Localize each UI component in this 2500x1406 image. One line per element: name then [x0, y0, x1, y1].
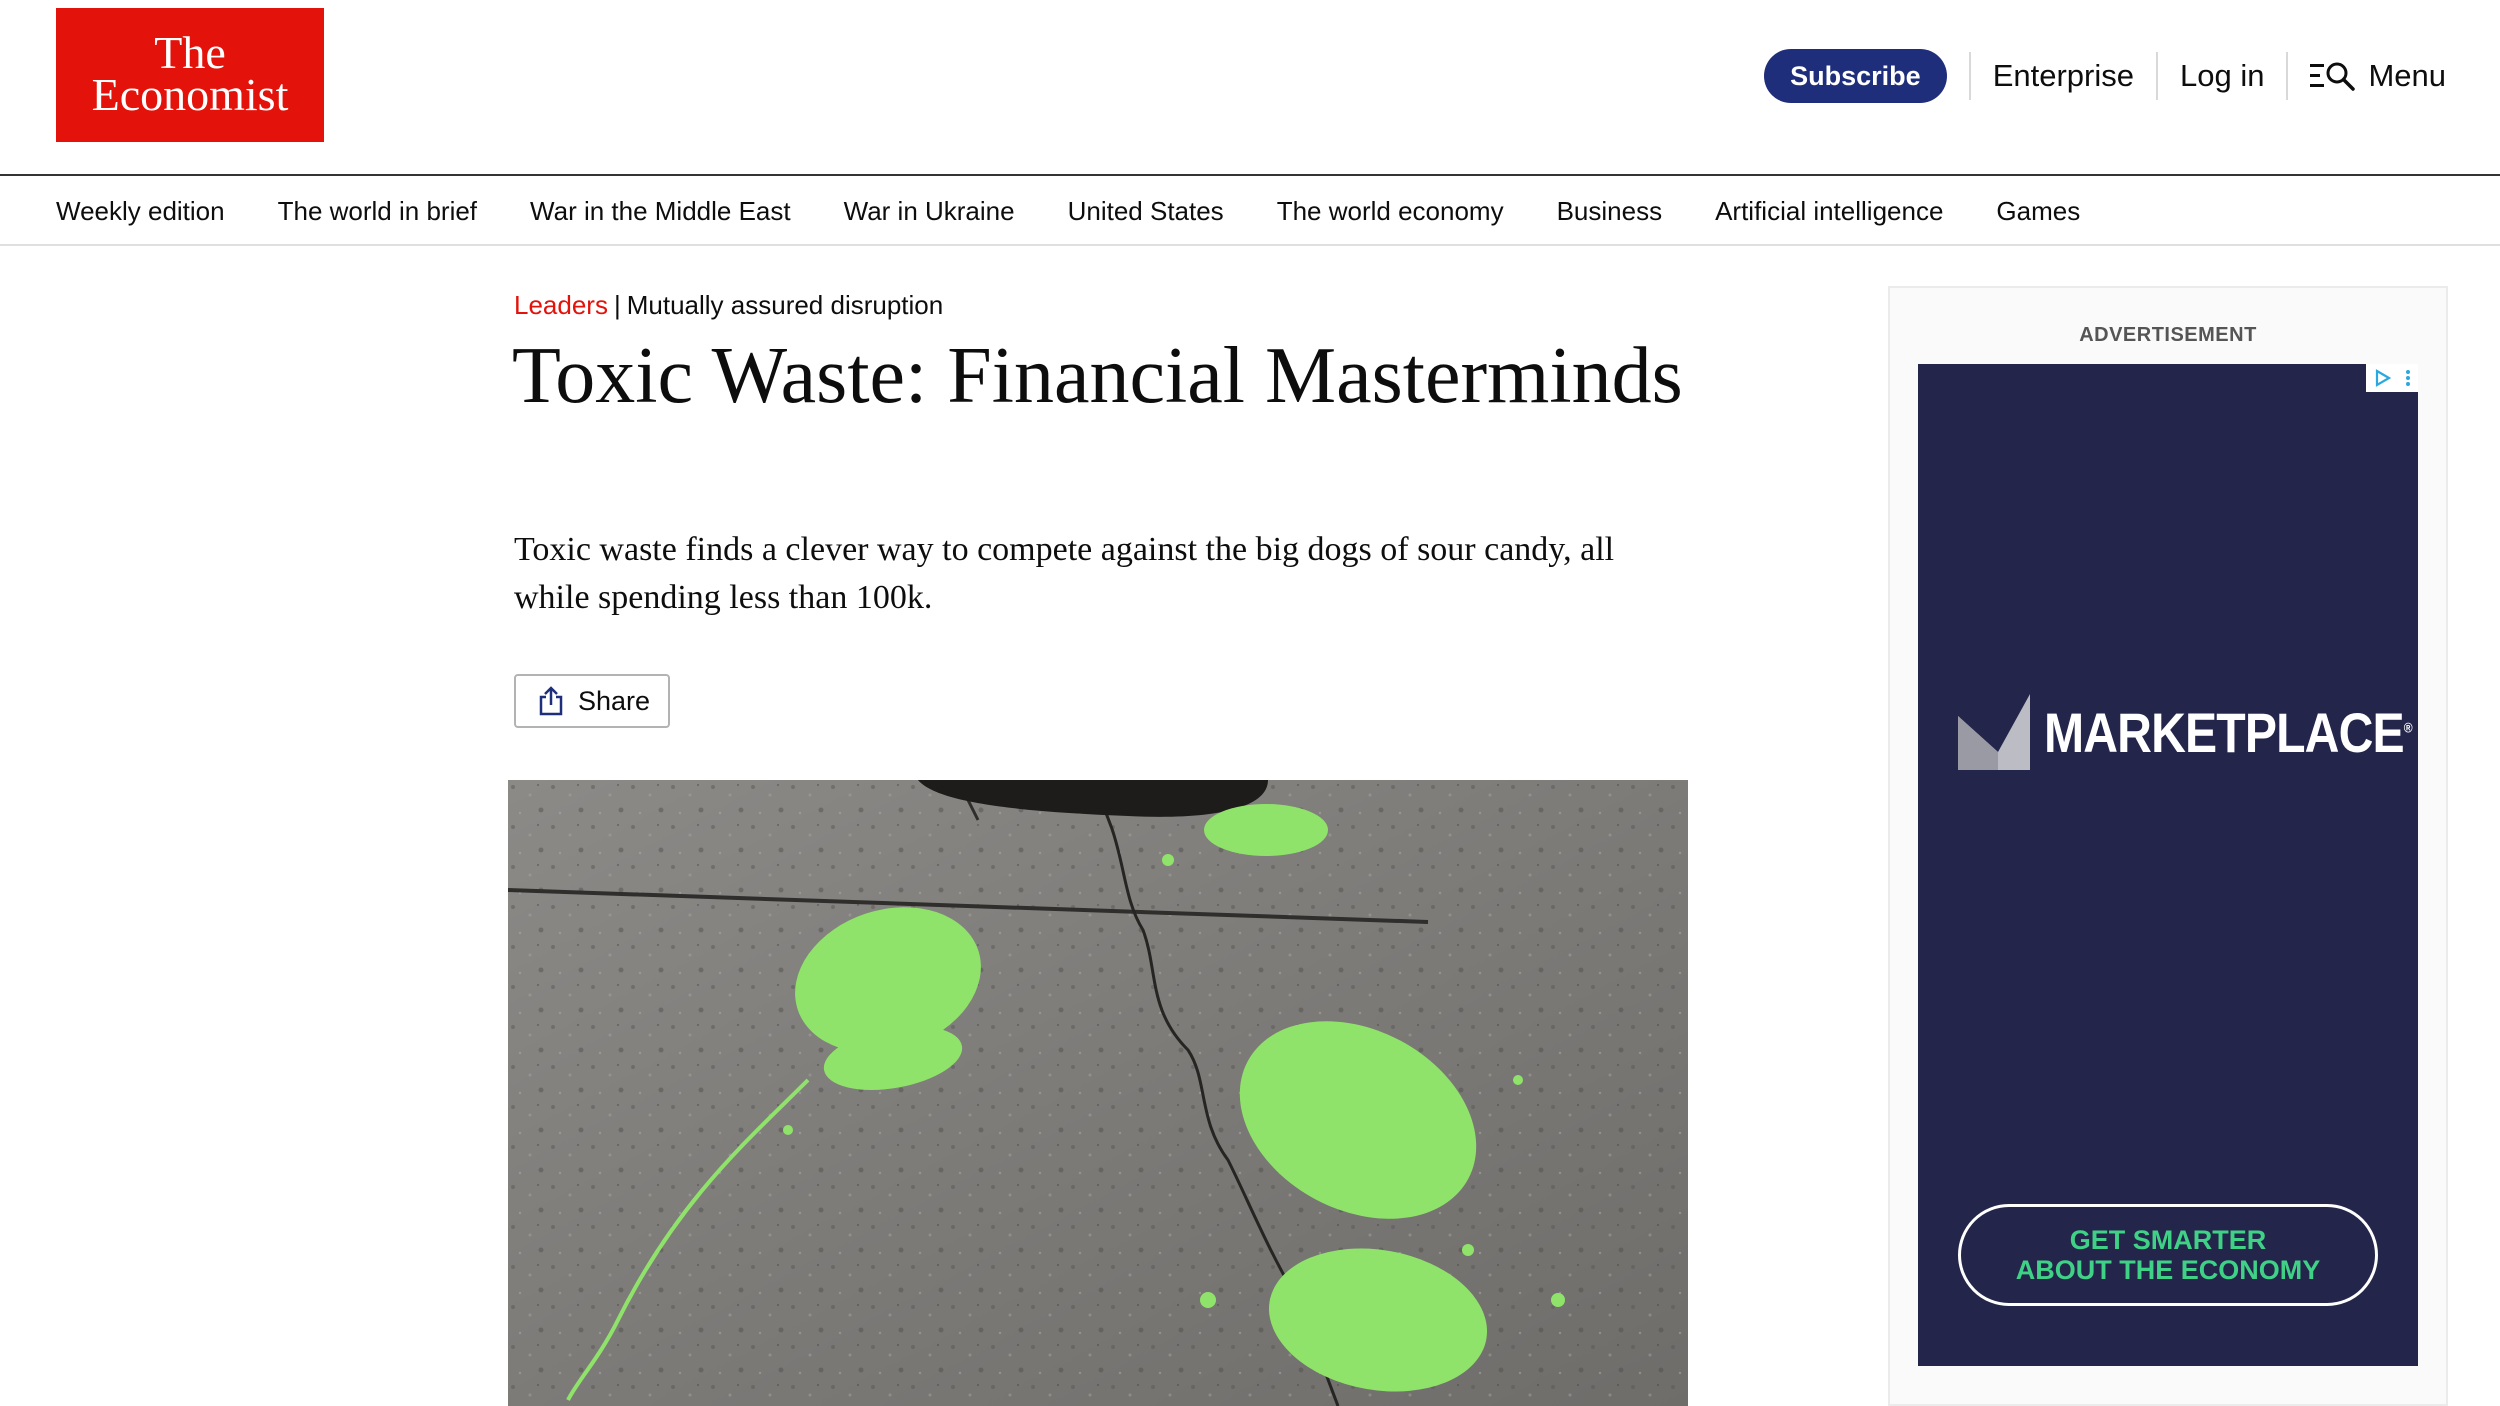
marketplace-ad[interactable]: MARKETPLACE® GET SMARTER ABOUT THE ECONO…: [1918, 364, 2418, 1366]
nav-games[interactable]: Games: [1996, 196, 2080, 227]
divider: [1968, 52, 1971, 100]
share-icon: [539, 686, 563, 716]
menu-button[interactable]: Menu: [2310, 58, 2446, 94]
nav-world-economy[interactable]: The world economy: [1277, 196, 1504, 227]
menu-search-icon: [2310, 62, 2356, 91]
article-headline: Toxic Waste: Financial Masterminds: [512, 332, 1683, 420]
nav-business[interactable]: Business: [1557, 196, 1663, 227]
top-navigation: Subscribe Enterprise Log in Menu: [1764, 48, 2446, 104]
advertisement-label: ADVERTISEMENT: [2079, 324, 2257, 346]
divider: [2286, 52, 2289, 100]
article-standfirst: Toxic waste finds a clever way to compet…: [514, 531, 1615, 616]
enterprise-link[interactable]: Enterprise: [1993, 58, 2134, 94]
nav-united-states[interactable]: United States: [1068, 196, 1224, 227]
subscribe-button[interactable]: Subscribe: [1764, 49, 1947, 103]
login-link[interactable]: Log in: [2180, 58, 2264, 94]
registered-mark: ®: [2403, 718, 2413, 735]
flytitle: Mutually assured disruption: [626, 290, 944, 320]
marketplace-name: MARKETPLACE: [2044, 700, 2405, 764]
divider: [2155, 52, 2158, 100]
ad-cta-line-1: GET SMARTER: [2069, 1225, 2267, 1255]
footprints-illustration: [508, 780, 1688, 1406]
marketplace-logo: MARKETPLACE®: [1958, 694, 2472, 770]
nav-weekly-edition[interactable]: Weekly edition: [56, 196, 225, 227]
nav-war-ukraine[interactable]: War in Ukraine: [844, 196, 1015, 227]
economist-logo[interactable]: The Economist: [56, 8, 324, 142]
adchoices-play-icon: [2375, 369, 2391, 387]
logo-line-2: Economist: [91, 69, 289, 120]
nav-world-in-brief[interactable]: The world in brief: [278, 196, 477, 227]
ad-options-icon: [2406, 370, 2410, 386]
share-label: Share: [578, 685, 651, 716]
marketplace-m-icon: [1958, 694, 2030, 770]
section-link[interactable]: Leaders: [514, 290, 608, 320]
masthead: The Economist Subscribe Enterprise Log i…: [0, 0, 2500, 176]
hero-image: [508, 780, 1688, 1406]
logo-line-1: The: [154, 27, 226, 78]
nav-artificial-intelligence[interactable]: Artificial intelligence: [1715, 196, 1943, 227]
section-navigation: Weekly edition The world in brief War in…: [0, 178, 2500, 246]
rubric-separator: |: [613, 290, 621, 320]
nav-war-middle-east[interactable]: War in the Middle East: [530, 196, 791, 227]
menu-label: Menu: [2368, 58, 2446, 93]
ad-cta-button[interactable]: GET SMARTER ABOUT THE ECONOMY: [1958, 1204, 2378, 1306]
marketplace-wordmark: MARKETPLACE®: [2044, 700, 2413, 765]
adchoices-icon[interactable]: [2366, 364, 2418, 392]
ad-cta-line-2: ABOUT THE ECONOMY: [2015, 1255, 2321, 1285]
advertisement-panel: ADVERTISEMENT MARKETPLACE® GET SMARTER A…: [1888, 286, 2448, 1406]
article-rubric: Leaders | Mutually assured disruption: [514, 290, 943, 321]
share-button[interactable]: Share: [514, 674, 670, 728]
